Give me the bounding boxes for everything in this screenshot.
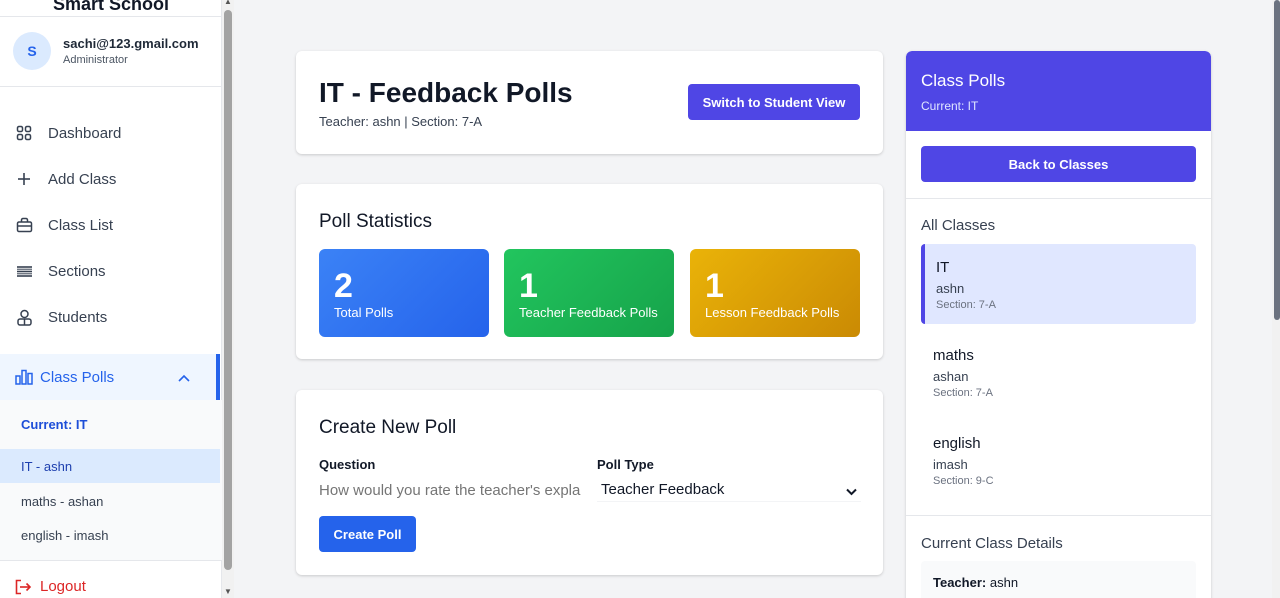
stat-label: Lesson Feedback Polls [705,305,840,320]
class-item-it[interactable]: IT ashn Section: 7-A [921,244,1196,324]
class-teacher: ashn [936,281,965,296]
poll-statistics-card: Poll Statistics 2 Total Polls 1 Teacher … [296,184,883,359]
panel-header: Class Polls Current: IT [906,51,1211,131]
details-teacher: Teacher: ashn [933,575,1018,590]
stat-label: Teacher Feedback Polls [519,305,658,320]
sidebar: Smart School S sachi@123.gmail.com Admin… [0,0,222,598]
users-icon [14,307,34,327]
page-scroll-thumb[interactable] [1274,0,1280,320]
class-item-maths[interactable]: maths ashan Section: 7-A [921,332,1196,412]
question-input[interactable] [319,478,583,502]
class-section: Section: 7-A [933,387,993,399]
scroll-up-icon[interactable]: ▲ [224,0,232,6]
user-profile: S sachi@123.gmail.com Administrator [13,32,199,70]
details-teacher-value: ashn [989,575,1019,590]
submenu-item-english[interactable]: english - imash [0,518,220,552]
divider [0,16,222,17]
nav-label: Dashboard [48,124,122,142]
logout-icon [14,579,32,595]
nav-class-polls[interactable]: Class Polls [0,354,218,400]
current-class-details: Teacher: ashn [921,561,1196,598]
nav-label: Class Polls [40,368,115,386]
logout-button[interactable]: Logout [14,578,86,595]
nav-label: Class List [48,216,114,234]
stat-value: 1 [705,267,724,305]
section-title: Create New Poll [319,417,457,438]
user-role: Administrator [63,54,128,66]
nav-dashboard[interactable]: Dashboard [0,113,222,153]
class-name: maths [933,347,974,364]
class-item-english[interactable]: english imash Section: 9-C [921,420,1196,500]
nav-add-class[interactable]: Add Class [0,159,222,199]
class-teacher: ashan [933,369,969,384]
class-teacher: imash [933,457,968,472]
class-polls-panel: Class Polls Current: IT Back to Classes … [906,51,1211,598]
page-header-card: IT - Feedback Polls Teacher: ashn | Sect… [296,51,883,154]
logout-label: Logout [40,578,86,595]
chevron-up-icon[interactable] [178,369,190,386]
divider [906,515,1211,516]
switch-student-view-button[interactable]: Switch to Student View [688,84,860,120]
stat-total-polls: 2 Total Polls [319,249,489,337]
all-classes-label: All Classes [921,217,996,234]
question-label: Question [319,457,376,472]
submenu-item-it[interactable]: IT - ashn [0,449,220,483]
grid-icon [14,123,34,143]
section-title: Poll Statistics [319,211,432,232]
back-to-classes-button[interactable]: Back to Classes [921,146,1196,182]
page-title: IT - Feedback Polls [319,77,573,108]
poll-type-select[interactable]: Teacher Feedback [597,478,861,502]
create-poll-card: Create New Poll Question Poll Type Teach… [296,390,883,575]
class-section: Section: 7-A [936,299,996,311]
active-indicator [216,354,220,400]
current-class-label: Current: IT [21,417,88,432]
stat-lesson-feedback: 1 Lesson Feedback Polls [690,249,860,337]
brand-name: Smart School [52,0,170,14]
stat-teacher-feedback: 1 Teacher Feedback Polls [504,249,674,337]
divider [906,198,1211,199]
briefcase-icon [14,215,34,235]
panel-title: Class Polls [921,71,1006,90]
nav-students[interactable]: Students [0,297,222,337]
submenu-item-maths[interactable]: maths - ashan [0,484,220,518]
page-subtitle: Teacher: ashn | Section: 7-A [319,114,483,129]
nav-sections[interactable]: Sections [0,251,222,291]
nav-label: Students [48,308,108,326]
class-name: english [933,435,981,452]
nav-label: Sections [48,262,106,280]
create-poll-button[interactable]: Create Poll [319,516,416,552]
plus-icon [14,169,34,189]
bar-chart-icon [14,367,34,387]
poll-type-label: Poll Type [597,457,654,472]
divider [0,86,222,87]
chevron-down-icon [846,483,857,500]
avatar: S [13,32,51,70]
nav-class-list[interactable]: Class List [0,205,222,245]
nav-label: Add Class [48,170,117,188]
current-class-details-label: Current Class Details [921,535,1063,552]
stat-value: 2 [334,267,353,305]
divider [0,560,222,561]
details-teacher-key: Teacher: [933,575,987,590]
scroll-down-icon[interactable]: ▼ [224,588,232,596]
stat-label: Total Polls [334,305,394,320]
class-section: Section: 9-C [933,475,994,487]
panel-current: Current: IT [921,99,979,113]
stat-value: 1 [519,267,538,305]
class-name: IT [936,259,950,276]
user-email: sachi@123.gmail.com [63,36,199,51]
poll-type-value: Teacher Feedback [601,481,725,498]
lines-icon [14,261,34,281]
sidebar-scroll-thumb[interactable] [224,10,232,570]
